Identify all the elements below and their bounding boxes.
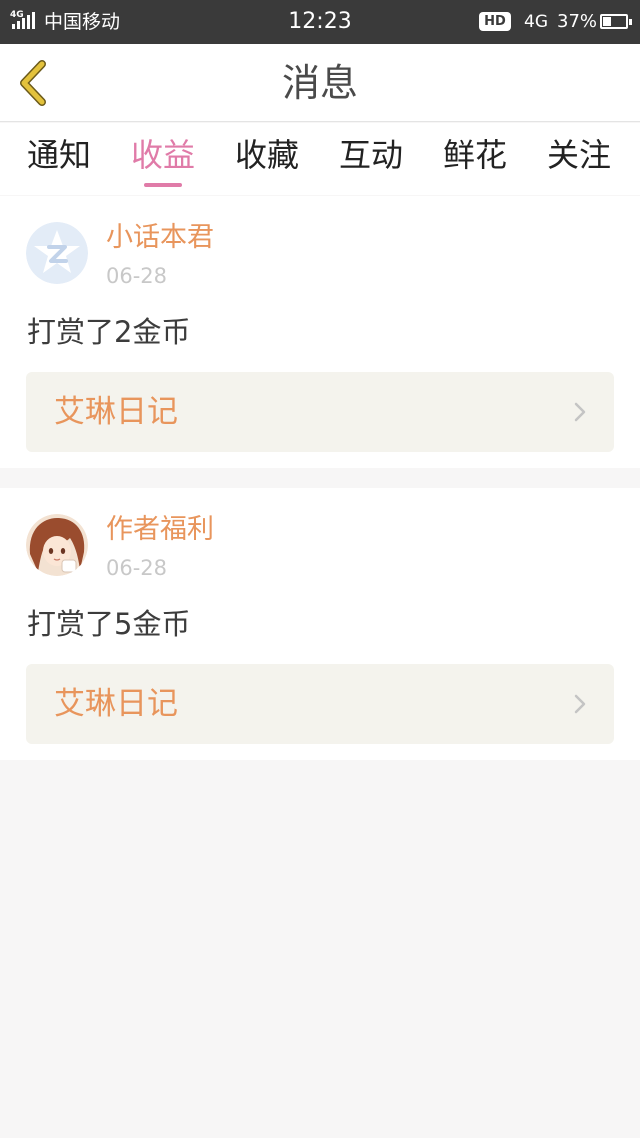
sender-name[interactable]: 小话本君	[106, 220, 214, 256]
tab-favorites[interactable]: 收藏	[217, 123, 317, 195]
battery-percent: 37%	[557, 11, 598, 32]
anime-girl-avatar-icon	[26, 514, 88, 576]
tab-flowers[interactable]: 鲜花	[425, 123, 525, 195]
status-bar: 4G 中国移动 12:23 HD 4G 37%	[0, 0, 640, 44]
book-title: 艾琳日记	[54, 394, 178, 430]
tab-bar: 通知 收益 收藏 互动 鲜花 关注	[0, 123, 640, 195]
chevron-right-icon	[574, 402, 586, 422]
tab-notifications[interactable]: 通知	[9, 123, 109, 195]
active-tab-indicator	[144, 183, 182, 187]
book-link[interactable]: 艾琳日记	[26, 664, 614, 744]
app-header: 消息	[0, 44, 640, 122]
tab-following[interactable]: 关注	[529, 123, 629, 195]
battery-fill	[603, 17, 611, 26]
hd-badge: HD	[479, 12, 511, 31]
tab-label: 互动	[338, 136, 403, 174]
avatar[interactable]	[26, 514, 88, 576]
page-title: 消息	[281, 61, 358, 105]
message-date: 06-28	[106, 264, 168, 288]
avatar[interactable]	[26, 222, 88, 284]
tab-interactions[interactable]: 互动	[321, 123, 421, 195]
message-text: 打赏了5金币	[27, 607, 191, 641]
tab-label: 通知	[26, 136, 91, 174]
tab-label: 收藏	[234, 136, 299, 174]
message-card: 作者福利 06-28 打赏了5金币 艾琳日记	[0, 488, 640, 760]
tab-label: 收益	[130, 136, 195, 174]
tab-earnings[interactable]: 收益	[113, 123, 213, 195]
chevron-right-icon	[574, 694, 586, 714]
sender-name[interactable]: 作者福利	[106, 512, 214, 548]
tab-label: 关注	[546, 136, 611, 174]
book-link[interactable]: 艾琳日记	[26, 372, 614, 452]
battery-icon	[600, 14, 632, 29]
book-title: 艾琳日记	[54, 686, 178, 722]
tab-label: 鲜花	[442, 136, 507, 174]
message-card: 小话本君 06-28 打赏了2金币 艾琳日记	[0, 196, 640, 468]
message-text: 打赏了2金币	[27, 315, 191, 349]
network-type: 4G	[524, 12, 548, 32]
message-date: 06-28	[106, 556, 168, 580]
app-logo-avatar-icon	[26, 222, 88, 284]
